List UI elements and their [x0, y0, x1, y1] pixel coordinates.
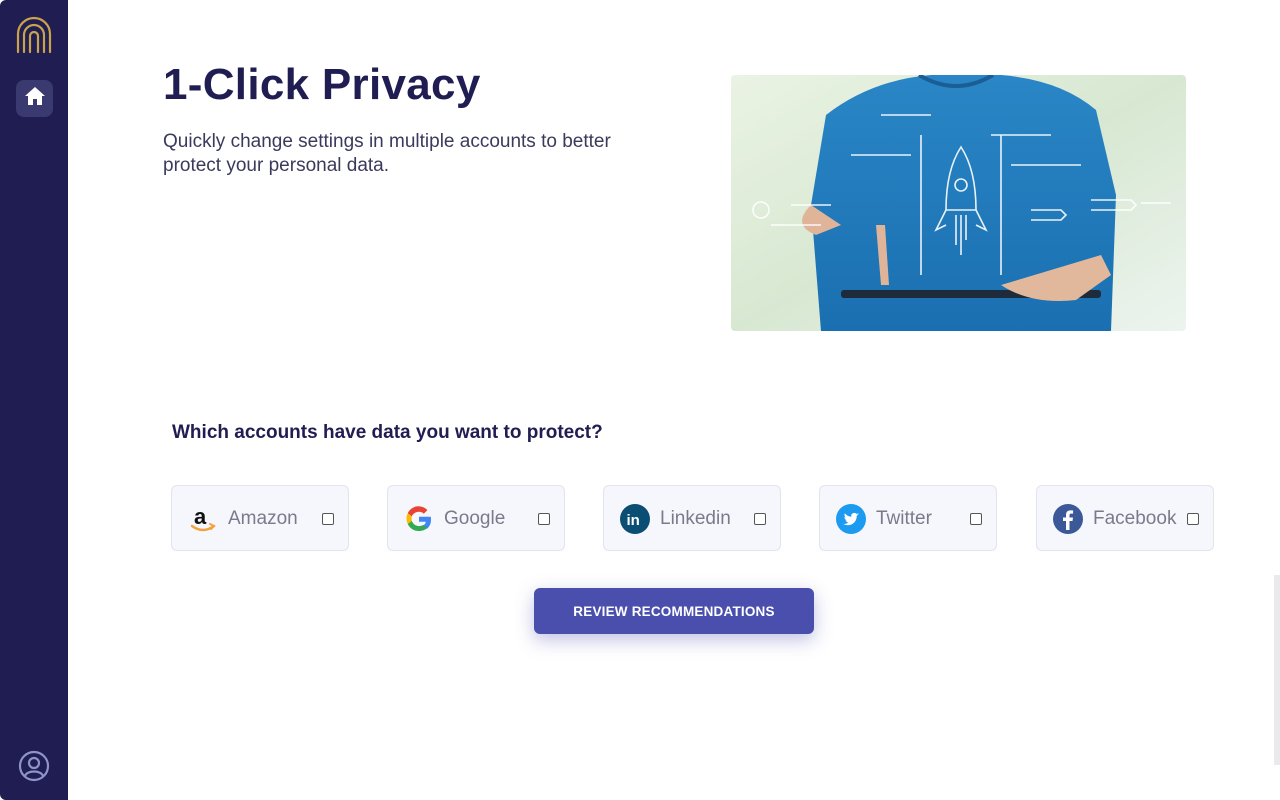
- fingerprint-logo-icon: [14, 16, 54, 56]
- account-card-google[interactable]: Google: [387, 485, 565, 551]
- home-button[interactable]: [16, 80, 53, 117]
- account-checkbox-google[interactable]: [538, 513, 550, 525]
- main-content: 1-Click Privacy Quickly change settings …: [68, 0, 1280, 800]
- account-card-linkedin[interactable]: in Linkedin: [603, 485, 781, 551]
- review-recommendations-button[interactable]: REVIEW RECOMMENDATIONS: [534, 588, 814, 634]
- page-subtitle: Quickly change settings in multiple acco…: [163, 131, 611, 176]
- user-circle-icon: [18, 750, 50, 787]
- account-label: Facebook: [1093, 508, 1177, 529]
- account-card-twitter[interactable]: Twitter: [819, 485, 997, 551]
- account-label: Amazon: [228, 508, 298, 529]
- hero-image: [731, 75, 1186, 331]
- google-icon: [403, 503, 435, 535]
- accounts-question: Which accounts have data you want to pro…: [172, 422, 603, 443]
- account-checkbox-amazon[interactable]: [322, 513, 334, 525]
- twitter-icon: [835, 503, 867, 535]
- home-icon: [24, 86, 46, 111]
- account-checkbox-linkedin[interactable]: [754, 513, 766, 525]
- account-card-amazon[interactable]: a Amazon: [171, 485, 349, 551]
- amazon-icon: a: [187, 503, 219, 535]
- facebook-icon: [1052, 503, 1084, 535]
- account-checkbox-twitter[interactable]: [970, 513, 982, 525]
- account-label: Linkedin: [660, 508, 731, 529]
- svg-text:in: in: [627, 512, 640, 529]
- account-checkbox-facebook[interactable]: [1187, 513, 1199, 525]
- sidebar: [0, 0, 68, 800]
- profile-button[interactable]: [16, 750, 52, 786]
- account-label: Twitter: [876, 508, 932, 529]
- window-edge: [1274, 575, 1280, 765]
- account-label: Google: [444, 508, 506, 529]
- account-card-facebook[interactable]: Facebook: [1036, 485, 1214, 551]
- linkedin-icon: in: [619, 503, 651, 535]
- page-title: 1-Click Privacy: [163, 60, 481, 109]
- svg-text:a: a: [194, 504, 207, 529]
